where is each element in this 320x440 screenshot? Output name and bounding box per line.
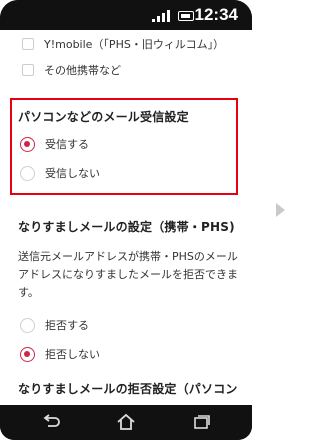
spoof-reject-heading: なりすましメールの拒否設定（パソコン <box>18 382 238 396</box>
option-ymobile-label: Y!mobile（「PHS・旧ウィルコム」） <box>44 38 225 51</box>
spoof-setting-description: 送信元メールアドレスが携帯・PHSのメールアドレスになりすましたメールを拒否でき… <box>18 250 238 299</box>
radio-not-receive-label: 受信しない <box>45 167 100 180</box>
radio-reject[interactable]: 拒否する <box>20 317 89 333</box>
radio-not-reject-label: 拒否しない <box>45 348 100 361</box>
status-time: 12:34 <box>194 5 238 24</box>
settings-screen: Y!mobile（「PHS・旧ウィルコム」） その他携帯など パソコンなどのメー… <box>0 30 252 405</box>
phone-frame: 12:34 Y!mobile（「PHS・旧ウィルコム」） その他携帯など パソコ… <box>0 0 252 440</box>
recent-apps-icon[interactable] <box>190 413 212 431</box>
radio-receive-label: 受信する <box>45 138 89 151</box>
next-arrow-icon <box>276 203 285 217</box>
radio-reject-button[interactable] <box>20 317 35 333</box>
radio-not-receive-button[interactable] <box>20 165 35 181</box>
radio-not-reject-button[interactable] <box>20 346 35 362</box>
checkbox-ymobile[interactable] <box>22 38 34 50</box>
checkbox-other-mobile[interactable] <box>22 64 34 76</box>
option-other-mobile[interactable]: その他携帯など <box>22 62 121 78</box>
radio-not-receive[interactable]: 受信しない <box>20 165 100 181</box>
option-ymobile[interactable]: Y!mobile（「PHS・旧ウィルコム」） <box>22 36 224 52</box>
status-bar: 12:34 <box>0 0 252 30</box>
radio-not-reject[interactable]: 拒否しない <box>20 346 100 362</box>
option-other-mobile-label: その他携帯など <box>44 64 121 77</box>
back-icon[interactable] <box>40 413 62 431</box>
home-icon[interactable] <box>115 413 137 431</box>
radio-receive-button[interactable] <box>20 136 35 152</box>
radio-reject-label: 拒否する <box>45 319 89 332</box>
signal-icon <box>152 10 170 22</box>
battery-icon <box>178 11 194 21</box>
radio-receive[interactable]: 受信する <box>20 136 89 152</box>
navigation-bar <box>0 405 252 440</box>
spoof-setting-heading: なりすましメールの設定（携帯・PHS) <box>18 220 235 234</box>
mail-setting-heading: パソコンなどのメール受信設定 <box>18 110 189 124</box>
